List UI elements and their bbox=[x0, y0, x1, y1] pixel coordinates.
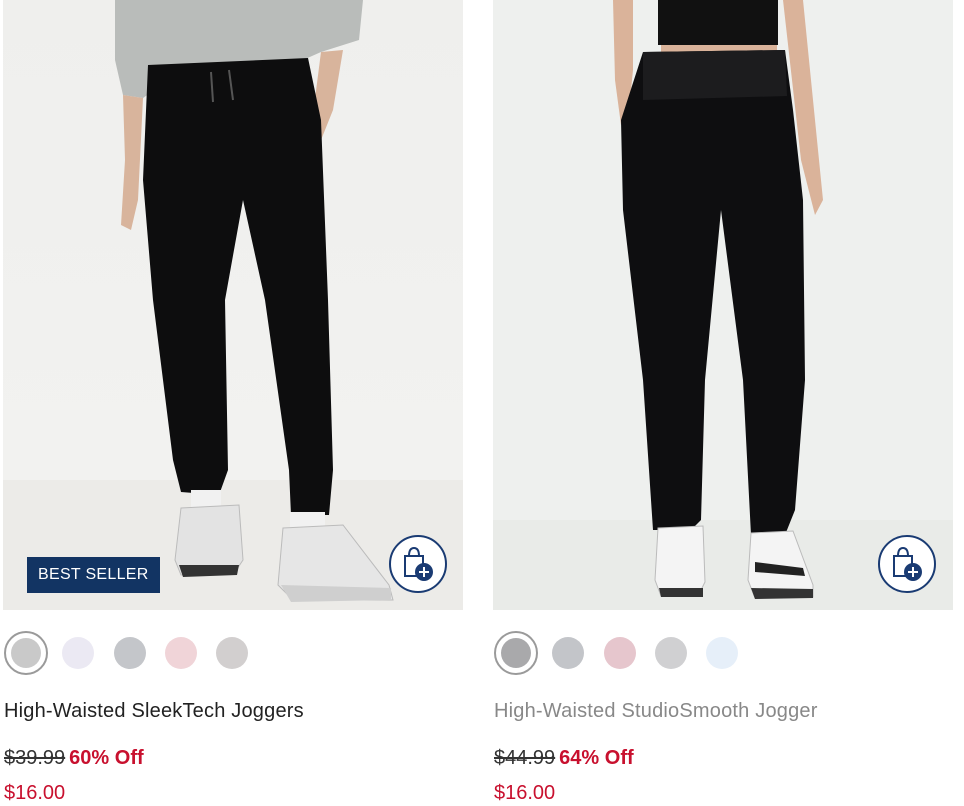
original-price: $39.99 bbox=[4, 747, 66, 769]
add-to-bag-button[interactable] bbox=[878, 535, 936, 593]
product-title[interactable]: High-Waisted StudioSmooth Jogger bbox=[494, 700, 818, 723]
sale-price: $16.00 bbox=[4, 782, 66, 804]
color-swatch-selected[interactable] bbox=[494, 631, 538, 675]
color-swatch[interactable] bbox=[552, 637, 584, 669]
color-swatch[interactable] bbox=[62, 637, 94, 669]
sale-price: $16.00 bbox=[494, 782, 556, 804]
color-swatch[interactable] bbox=[604, 637, 636, 669]
price-row: $39.99 60% Off bbox=[4, 747, 144, 770]
color-swatch[interactable] bbox=[706, 637, 738, 669]
price-row: $44.99 64% Off bbox=[494, 747, 634, 770]
best-seller-badge: BEST SELLER bbox=[27, 557, 160, 593]
color-swatch[interactable] bbox=[216, 637, 248, 669]
color-swatch-selected[interactable] bbox=[4, 631, 48, 675]
color-swatch[interactable] bbox=[114, 637, 146, 669]
shopping-bag-plus-icon bbox=[404, 546, 433, 581]
product-card-sleektech[interactable]: BEST SELLER High-Waisted SleekTech Jogge… bbox=[0, 0, 465, 806]
product-card-studiosmooth[interactable]: High-Waisted StudioSmooth Jogger $44.99 6… bbox=[490, 0, 955, 806]
color-swatch[interactable] bbox=[165, 637, 197, 669]
color-swatches bbox=[4, 631, 464, 677]
product-title[interactable]: High-Waisted SleekTech Joggers bbox=[4, 700, 304, 723]
add-to-bag-button[interactable] bbox=[389, 535, 447, 593]
product-image[interactable] bbox=[493, 0, 953, 610]
color-swatch[interactable] bbox=[655, 637, 687, 669]
discount-label: 64% Off bbox=[559, 747, 634, 769]
shopping-bag-plus-icon bbox=[893, 546, 922, 581]
color-swatches bbox=[494, 631, 954, 677]
discount-label: 60% Off bbox=[69, 747, 144, 769]
product-image[interactable]: BEST SELLER bbox=[3, 0, 463, 610]
original-price: $44.99 bbox=[494, 747, 556, 769]
